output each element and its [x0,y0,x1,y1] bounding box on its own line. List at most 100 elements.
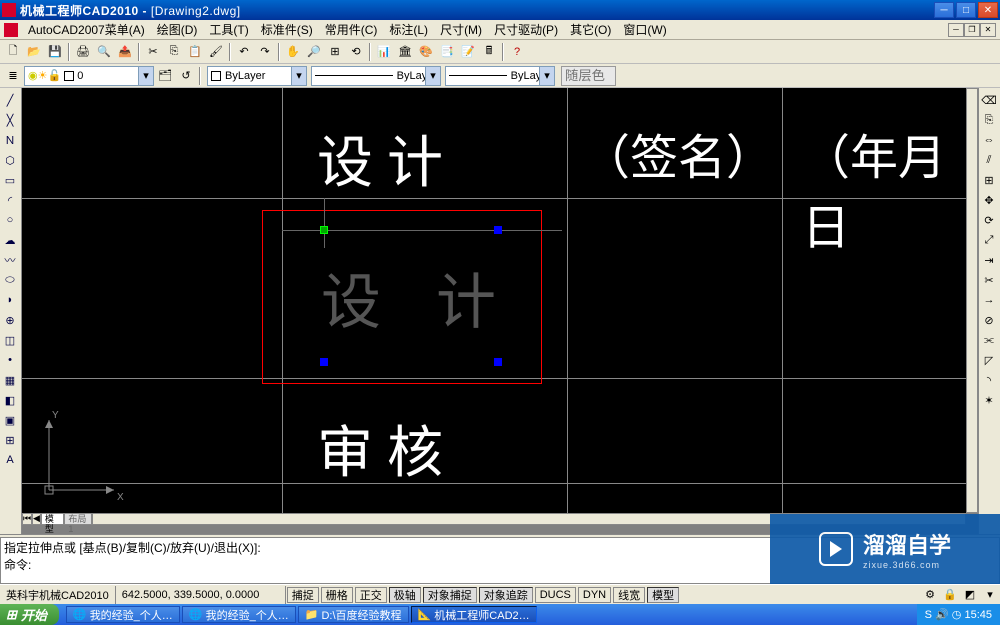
point-icon[interactable]: • [0,350,20,370]
color-select[interactable]: ByLayer ▾ [207,66,307,86]
polygon-icon[interactable]: ⬡ [0,150,20,170]
scale-icon[interactable]: ⤢ [979,230,999,250]
ellipse-arc-icon[interactable]: ◗ [0,290,20,310]
grip-basepoint[interactable] [320,226,328,234]
polyline-icon[interactable]: Ｎ [0,130,20,150]
task-item-active[interactable]: 📐 机械工程师CAD2… [411,606,537,623]
region-icon[interactable]: ▣ [0,410,20,430]
publish-icon[interactable]: 📤 [115,42,135,62]
tab-nav-first[interactable]: ⏮ [22,513,32,525]
model-toggle[interactable]: 模型 [647,587,679,603]
tool-palette-icon[interactable]: 🎨 [416,42,436,62]
close-button[interactable]: ✕ [978,2,998,18]
grip-corner[interactable] [320,358,328,366]
system-tray[interactable]: S 🔊 ◷ 15:45 [917,604,1000,625]
match-icon[interactable]: 🖌 [206,42,226,62]
markup-icon[interactable]: 📝 [458,42,478,62]
chevron-down-icon[interactable]: ▾ [539,67,554,85]
vertical-scrollbar[interactable] [966,88,978,513]
design-center-icon[interactable]: 🏛 [395,42,415,62]
redo-icon[interactable]: ↷ [255,42,275,62]
chevron-down-icon[interactable]: ▾ [425,67,440,85]
paste-icon[interactable]: 📋 [185,42,205,62]
table-icon[interactable]: ⊞ [0,430,20,450]
task-item[interactable]: 📁 D:\百度经验教程 [298,606,409,623]
extend-icon[interactable]: → [979,290,999,310]
otrack-toggle[interactable]: 对象追踪 [479,587,533,603]
plotstyle-input[interactable] [561,66,616,86]
mdi-restore[interactable]: ❐ [964,23,980,37]
trim-icon[interactable]: ✂ [979,270,999,290]
break-icon[interactable]: ⊘ [979,310,999,330]
task-item[interactable]: 🌐 我的经验_个人… [182,606,296,623]
menu-autocad[interactable]: AutoCAD2007菜单(A) [22,19,151,40]
rectangle-icon[interactable]: ▭ [0,170,20,190]
new-icon[interactable]: 🗋 [3,42,23,62]
line-icon[interactable]: ╱ [0,90,20,110]
lwt-toggle[interactable]: 线宽 [613,587,645,603]
tab-model[interactable]: 模型 [41,513,64,525]
zoom-prev-icon[interactable]: ⟲ [346,42,366,62]
task-item[interactable]: 🌐 我的经验_个人… [66,606,180,623]
menu-common[interactable]: 常用件(C) [319,19,384,40]
revcloud-icon[interactable]: ☁ [0,230,20,250]
offset-icon[interactable]: ⫽ [979,150,999,170]
arc-icon[interactable]: ◜ [0,190,20,210]
pan-icon[interactable]: ✋ [283,42,303,62]
zoom-win-icon[interactable]: ⊞ [325,42,345,62]
open-icon[interactable]: 📂 [24,42,44,62]
stretch-icon[interactable]: ⇥ [979,250,999,270]
status-annot-icon[interactable]: ◩ [960,585,980,605]
layer-prev-icon[interactable]: ↺ [176,66,196,86]
linetype-select[interactable]: ByLayer ▾ [311,66,441,86]
copy-obj-icon[interactable]: ⎘ [979,110,999,130]
menu-window[interactable]: 窗口(W) [617,19,672,40]
menu-dimdrive[interactable]: 尺寸驱动(P) [488,19,564,40]
mdi-minimize[interactable]: ─ [948,23,964,37]
osnap-toggle[interactable]: 对象捕捉 [423,587,477,603]
menu-annotate[interactable]: 标注(L) [383,19,434,40]
polar-toggle[interactable]: 极轴 [389,587,421,603]
mtext-icon[interactable]: A [0,450,20,470]
spline-icon[interactable]: 〰 [0,250,20,270]
mdi-close[interactable]: ✕ [980,23,996,37]
calc-icon[interactable]: 🖩 [479,42,499,62]
status-lock-icon[interactable]: 🔒 [940,585,960,605]
menu-tools[interactable]: 工具(T) [203,19,254,40]
save-icon[interactable]: 💾 [45,42,65,62]
grid-toggle[interactable]: 栅格 [321,587,353,603]
cut-icon[interactable]: ✂ [143,42,163,62]
join-icon[interactable]: ⫘ [979,330,999,350]
gradient-icon[interactable]: ◧ [0,390,20,410]
chevron-down-icon[interactable]: ▾ [138,67,153,85]
mirror-icon[interactable]: ⇔ [979,130,999,150]
layer-mgr-icon[interactable]: ≣ [3,66,23,86]
menu-other[interactable]: 其它(O) [564,19,617,40]
copy-icon[interactable]: ⎘ [164,42,184,62]
preview-icon[interactable]: 🔍 [94,42,114,62]
fillet-icon[interactable]: ◝ [979,370,999,390]
tray-icon[interactable]: ◷ [952,608,962,621]
tray-icon[interactable]: 🔊 [935,608,949,621]
zoom-rt-icon[interactable]: 🔎 [304,42,324,62]
tray-icon[interactable]: S [925,609,932,621]
minimize-button[interactable]: ─ [934,2,954,18]
explode-icon[interactable]: ✶ [979,390,999,410]
ortho-toggle[interactable]: 正交 [355,587,387,603]
layer-select[interactable]: ◉ ☀ 🔓 0 ▾ [24,66,154,86]
xline-icon[interactable]: ╳ [0,110,20,130]
maximize-button[interactable]: □ [956,2,976,18]
array-icon[interactable]: ⊞ [979,170,999,190]
hatch-icon[interactable]: ▦ [0,370,20,390]
dyn-toggle[interactable]: DYN [578,587,611,603]
layer-states-icon[interactable]: 🗂 [155,66,175,86]
menu-dimension[interactable]: 尺寸(M) [434,19,488,40]
tab-nav-prev[interactable]: ◀ [32,513,41,525]
start-button[interactable]: ⊞ 开始 [0,604,59,625]
snap-toggle[interactable]: 捕捉 [287,587,319,603]
menu-draw[interactable]: 绘图(D) [151,19,204,40]
chevron-down-icon[interactable]: ▾ [291,67,306,85]
status-menu-icon[interactable]: ▾ [980,585,1000,605]
sheet-set-icon[interactable]: 📑 [437,42,457,62]
make-block-icon[interactable]: ◫ [0,330,20,350]
